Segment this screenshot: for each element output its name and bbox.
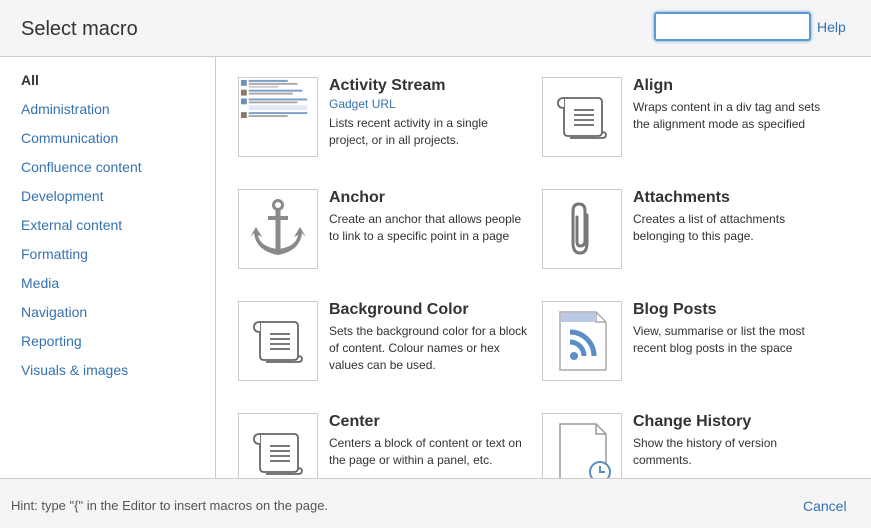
anchor-icon [238,189,318,269]
macro-blog-posts[interactable]: Blog Posts View, summarise or list the m… [542,301,847,401]
macro-description: Show the history of version comments. [633,436,778,467]
macro-subtitle: Gadget URL [329,97,396,111]
macro-description: Sets the background color for a block of… [329,324,528,372]
macro-description: Creates a list of attachments belonging … [633,212,786,243]
macro-description: Wraps content in a div tag and sets the … [633,100,821,131]
macro-background-color[interactable]: Background Color Sets the background col… [238,301,543,401]
macro-activity-stream[interactable]: Activity Stream Gadget URL Lists recent … [238,77,543,177]
macro-attachments[interactable]: Attachments Creates a list of attachment… [542,189,847,289]
macro-description: Centers a block of content or text on th… [329,436,522,467]
macro-name: Activity Stream [329,77,446,94]
macro-change-history[interactable]: Change History Show the history of versi… [542,413,847,478]
scroll-icon [542,77,622,157]
macro-description: View, summarise or list the most recent … [633,324,805,355]
macro-name: Attachments [633,189,730,206]
macro-align[interactable]: Align Wraps content in a div tag and set… [542,77,847,177]
category-formatting[interactable]: Formatting [21,246,88,262]
dialog-footer: Hint: type "{" in the Editor to insert m… [0,478,871,528]
activity-stream-preview-icon [238,77,318,157]
category-visuals-images[interactable]: Visuals & images [21,362,128,378]
cancel-button[interactable]: Cancel [803,498,847,514]
macro-center[interactable]: Center Centers a block of content or tex… [238,413,543,478]
scroll-icon [238,301,318,381]
clock-document-icon [542,413,622,478]
macro-name: Change History [633,413,752,430]
macro-anchor[interactable]: Anchor Create an anchor that allows peop… [238,189,543,289]
category-development[interactable]: Development [21,188,104,204]
category-media[interactable]: Media [21,275,59,291]
hint-text: Hint: type "{" in the Editor to insert m… [11,498,329,513]
macro-description: Lists recent activity in a single projec… [329,116,488,147]
category-external-content[interactable]: External content [21,217,122,233]
dialog-title: Select macro [21,18,138,40]
macro-name: Blog Posts [633,301,717,318]
category-sidebar: All Administration Communication Conflue… [0,57,216,478]
category-administration[interactable]: Administration [21,101,110,117]
category-reporting[interactable]: Reporting [21,333,82,349]
dialog-header: Select macro Help [0,0,871,57]
macro-name: Background Color [329,301,469,318]
macro-search-input[interactable] [654,12,811,41]
category-all[interactable]: All [21,72,39,88]
macro-description: Create an anchor that allows people to l… [329,212,522,243]
category-confluence-content[interactable]: Confluence content [21,159,142,175]
paperclip-icon [542,189,622,269]
macro-list: Activity Stream Gadget URL Lists recent … [217,57,871,478]
scroll-icon [238,413,318,478]
macro-name: Center [329,413,380,430]
category-communication[interactable]: Communication [21,130,118,146]
category-navigation[interactable]: Navigation [21,304,87,320]
help-link[interactable]: Help [817,19,846,35]
macro-name: Align [633,77,673,94]
rss-document-icon [542,301,622,381]
macro-name: Anchor [329,189,385,206]
